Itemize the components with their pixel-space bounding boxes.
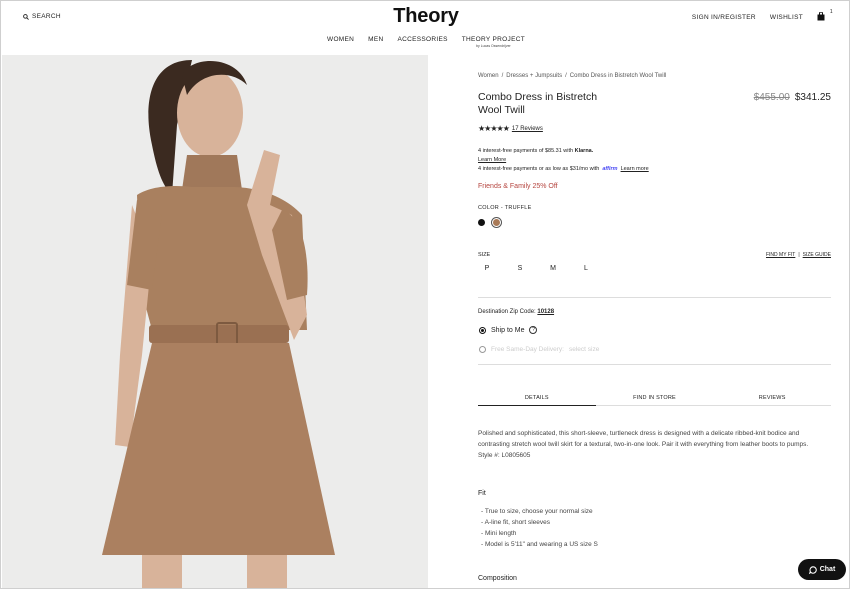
size-p[interactable]: P xyxy=(484,265,490,272)
affirm-info: 4 interest-free payments or as low as $3… xyxy=(478,166,649,172)
nav-theory-project[interactable]: THEORY PROJECT by Lucas Ossendrijver xyxy=(462,36,525,48)
nav-theory-project-sub: by Lucas Ossendrijver xyxy=(476,44,511,48)
breadcrumb-current: Combo Dress in Bistretch Wool Twill xyxy=(569,73,667,79)
sale-price: $341.25 xyxy=(794,92,831,103)
browser-frame: SEARCH Theory SIGN IN/REGISTER WISHLIST … xyxy=(0,0,850,589)
chat-icon xyxy=(808,565,817,574)
rating: ★★★★★ 17 Reviews xyxy=(478,124,543,133)
nav-men[interactable]: MEN xyxy=(368,36,383,48)
divider xyxy=(478,364,831,365)
nav-accessories[interactable]: ACCESSORIES xyxy=(398,36,448,48)
breadcrumb-dresses[interactable]: Dresses + Jumpsuits xyxy=(506,73,562,79)
affirm-learn-more[interactable]: Learn more xyxy=(621,166,649,172)
product-description: Polished and sophisticated, this short-s… xyxy=(478,428,828,461)
size-l[interactable]: L xyxy=(583,265,589,272)
nav-women[interactable]: WOMEN xyxy=(327,36,354,48)
chat-label: Chat xyxy=(819,566,836,573)
size-links-separator: | xyxy=(798,252,800,258)
nav-men-label: MEN xyxy=(368,36,384,43)
shopping-bag-icon xyxy=(817,11,825,21)
klarna-text: 4 interest-free payments of $85.31 with xyxy=(478,148,574,154)
size-options: P S M L xyxy=(484,265,589,272)
swatch-black[interactable] xyxy=(478,219,485,226)
ship-radio[interactable] xyxy=(479,326,486,334)
account-area: SIGN IN/REGISTER WISHLIST 1 xyxy=(692,9,833,22)
ship-label: Ship to Me xyxy=(491,326,525,334)
same-day-note: select size xyxy=(568,346,600,353)
color-label: COLOR - TRUFFLE xyxy=(478,205,532,211)
zip-label: Destination Zip Code: xyxy=(478,309,536,315)
size-label: SIZE xyxy=(478,252,491,258)
bag-count: 1 xyxy=(829,9,833,15)
tab-reviews[interactable]: REVIEWS xyxy=(713,395,832,406)
product-title: Combo Dress in Bistretch Wool Twill xyxy=(478,91,598,116)
klarna-learn-more[interactable]: Learn More xyxy=(478,157,506,163)
help-icon[interactable]: ? xyxy=(529,326,538,334)
swatch-truffle[interactable] xyxy=(492,218,501,227)
reviews-link[interactable]: 17 Reviews xyxy=(512,126,543,132)
main-nav: WOMEN MEN ACCESSORIES THEORY PROJECT by L… xyxy=(1,36,849,48)
zip-value[interactable]: 10128 xyxy=(537,309,554,315)
star-rating-icon: ★★★★★ xyxy=(478,124,510,133)
sign-in-link[interactable]: SIGN IN/REGISTER xyxy=(692,14,756,21)
affirm-text: 4 interest-free payments or as low as $3… xyxy=(478,166,600,172)
fit-item: - Model is 5'11" and wearing a US size S xyxy=(481,541,598,548)
affirm-logo: affirm xyxy=(602,166,618,172)
product-tabs: DETAILS FIND IN STORE REVIEWS xyxy=(478,395,832,406)
description-text: Polished and sophisticated, this short-s… xyxy=(478,430,809,448)
klarna-info: 4 interest-free payments of $85.31 with … xyxy=(478,147,593,165)
chat-button[interactable]: Chat xyxy=(798,559,846,580)
same-day-radio[interactable] xyxy=(479,346,486,353)
breadcrumb-separator: / xyxy=(501,73,504,79)
promo-text: Friends & Family 25% Off xyxy=(478,183,558,190)
fit-item: - True to size, choose your normal size xyxy=(481,508,593,515)
breadcrumb-women[interactable]: Women xyxy=(478,73,499,79)
size-links: FIND MY FIT | SIZE GUIDE xyxy=(766,252,831,258)
divider xyxy=(478,297,831,298)
klarna-logo: Klarna. xyxy=(574,148,594,154)
breadcrumb-separator: / xyxy=(565,73,567,79)
product-image[interactable] xyxy=(2,55,428,588)
composition-heading: Composition xyxy=(478,575,517,582)
breadcrumb: Women / Dresses + Jumpsuits / Combo Dres… xyxy=(478,73,666,79)
tab-find-in-store[interactable]: FIND IN STORE xyxy=(595,395,714,406)
size-s[interactable]: S xyxy=(517,265,523,272)
same-day-label: Free Same-Day Delivery: xyxy=(491,346,564,353)
find-my-fit-link[interactable]: FIND MY FIT xyxy=(766,252,795,258)
size-m[interactable]: M xyxy=(550,265,556,272)
same-day-delivery-option[interactable]: Free Same-Day Delivery: select size xyxy=(479,346,599,353)
model-in-dress-illustration xyxy=(2,55,428,588)
nav-accessories-label: ACCESSORIES xyxy=(397,36,448,43)
nav-theory-project-label: THEORY PROJECT xyxy=(461,36,525,43)
tab-details[interactable]: DETAILS xyxy=(478,395,596,406)
original-price: $455.00 xyxy=(753,92,790,103)
zip-code: Destination Zip Code: 10128 xyxy=(478,309,554,315)
size-guide-link[interactable]: SIZE GUIDE xyxy=(803,252,831,258)
fit-heading: Fit xyxy=(478,490,486,497)
color-swatches xyxy=(478,218,501,227)
wishlist-link[interactable]: WISHLIST xyxy=(770,14,803,21)
fit-list: - True to size, choose your normal size … xyxy=(481,506,598,550)
ship-to-me-option[interactable]: Ship to Me ? xyxy=(479,326,538,334)
shopping-bag-button[interactable]: 1 xyxy=(817,9,833,22)
nav-women-label: WOMEN xyxy=(327,36,355,43)
fit-item: - Mini length xyxy=(481,530,517,537)
fit-item: - A-line fit, short sleeves xyxy=(481,519,550,526)
price-block: $455.00 $341.25 xyxy=(754,92,831,103)
style-number: Style #: L0805605 xyxy=(478,452,531,459)
